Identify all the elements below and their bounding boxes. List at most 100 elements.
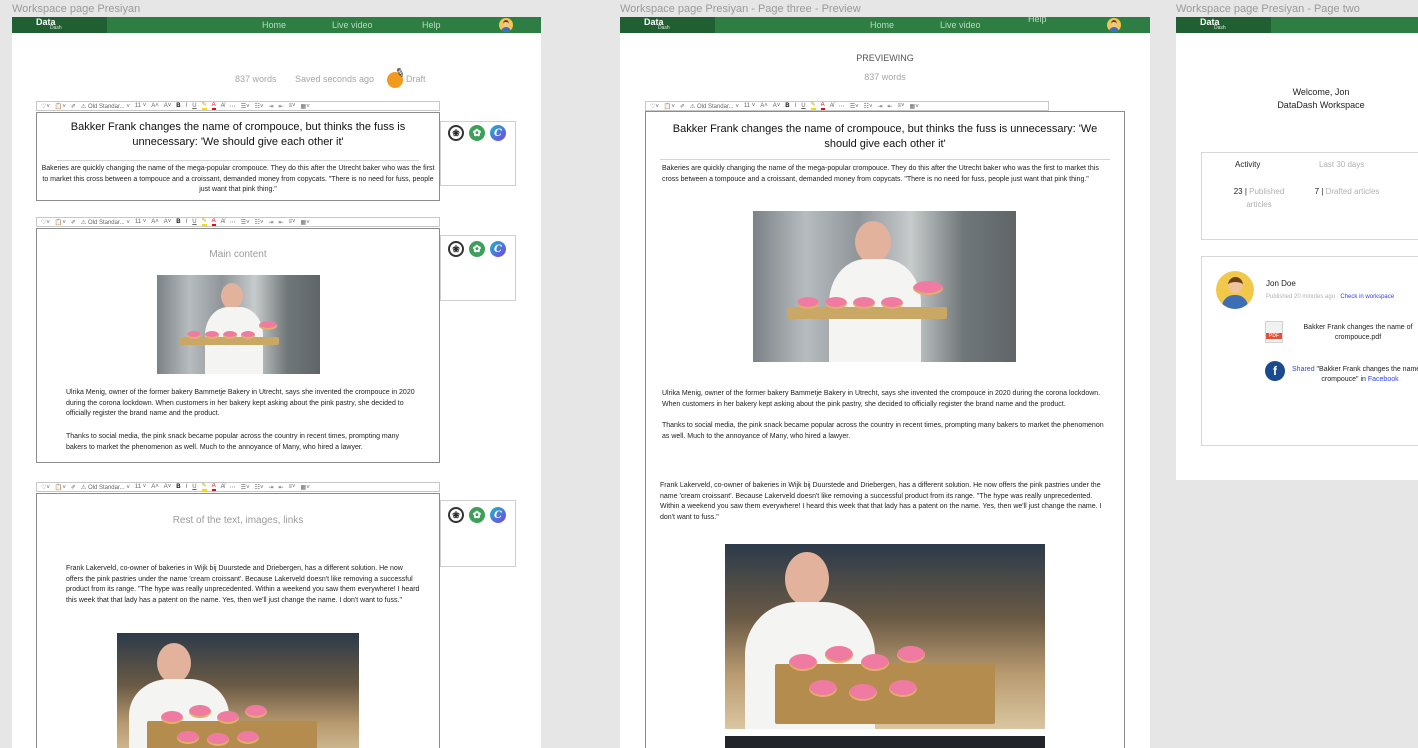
grow-font-button[interactable]: A˄ [151, 219, 159, 225]
italic-button[interactable]: I [186, 219, 188, 225]
highlight-icon[interactable]: ✎ [201, 102, 207, 110]
article-image-next[interactable] [725, 736, 1045, 748]
copilot-icon[interactable]: ✿ [469, 507, 485, 523]
article-image-baker-oven[interactable] [753, 211, 1016, 362]
clear-format-icon[interactable]: A̸ [221, 219, 225, 225]
paste-icon[interactable]: 📋˅ [55, 484, 66, 491]
font-color-button[interactable]: A [820, 102, 825, 110]
article-image-baker-oven[interactable] [157, 275, 320, 374]
indent-icon[interactable]: ⇥ [268, 219, 273, 226]
style-select[interactable]: ⚠ Old Standar... ˅ [81, 484, 130, 491]
table-icon[interactable]: ▦˅ [301, 103, 310, 110]
font-color-button[interactable]: A [211, 102, 216, 110]
align-icon[interactable]: ≡˅ [289, 219, 296, 225]
indent-icon[interactable]: ⇥ [268, 484, 273, 491]
style-select[interactable]: ⚠ Old Standar... ˅ [81, 219, 130, 226]
outdent-icon[interactable]: ⇤ [279, 103, 284, 110]
copilot-icon[interactable]: ✿ [469, 241, 485, 257]
style-select[interactable]: ⚠ Old Standar... ˅ [690, 103, 739, 110]
table-icon[interactable]: ▦˅ [301, 219, 310, 226]
chatgpt-icon[interactable]: ❀ [448, 125, 464, 141]
italic-button[interactable]: I [795, 103, 797, 109]
undo-icon[interactable]: ♡˅ [650, 103, 659, 110]
logo[interactable]: Data Dash [12, 17, 107, 33]
numbered-list-icon[interactable]: ☷˅ [864, 103, 873, 110]
outdent-icon[interactable]: ⇤ [279, 219, 284, 226]
format-painter-icon[interactable]: ✐ [71, 103, 76, 110]
paste-icon[interactable]: 📋˅ [55, 103, 66, 110]
indent-icon[interactable]: ⇥ [268, 103, 273, 110]
style-select[interactable]: ⚠ Old Standar... ˅ [81, 103, 130, 110]
paste-icon[interactable]: 📋˅ [664, 103, 675, 110]
nav-help-link[interactable]: Help [422, 20, 441, 30]
outdent-icon[interactable]: ⇤ [888, 103, 893, 110]
bullet-list-icon[interactable]: ☰˅ [241, 103, 250, 110]
avatar[interactable] [1107, 18, 1121, 32]
editor-main-content-block[interactable]: Main content Ulrika Menig, owner of the … [36, 228, 440, 463]
more-button[interactable]: ⋯ [230, 103, 236, 110]
editor-rest-block[interactable]: Rest of the text, images, links Frank La… [36, 493, 440, 748]
bold-button[interactable]: B [176, 103, 180, 109]
nav-home-link[interactable]: Home [870, 20, 894, 30]
nav-live-video-link[interactable]: Live video [332, 20, 373, 30]
grow-font-button[interactable]: A˄ [760, 103, 768, 109]
pdf-file-link[interactable]: Bakker Frank changes the name of crompou… [1288, 323, 1418, 343]
clear-format-icon[interactable]: A̸ [830, 103, 834, 109]
font-size-select[interactable]: 11 ˅ [135, 103, 146, 109]
align-icon[interactable]: ≡˅ [289, 103, 296, 109]
canva-icon[interactable]: C [490, 507, 506, 523]
chatgpt-icon[interactable]: ❀ [448, 241, 464, 257]
logo[interactable]: Data Dash [620, 17, 715, 33]
align-icon[interactable]: ≡˅ [898, 103, 905, 109]
canva-icon[interactable]: C [490, 125, 506, 141]
more-button[interactable]: ⋯ [839, 103, 845, 110]
numbered-list-icon[interactable]: ☷˅ [255, 484, 264, 491]
edit-pencil-icon[interactable]: ✎ [387, 65, 407, 88]
article-image-baker-shop[interactable] [117, 633, 359, 748]
grow-font-button[interactable]: A˄ [151, 103, 159, 109]
clear-format-icon[interactable]: A̸ [221, 103, 225, 109]
font-color-button[interactable]: A [211, 218, 216, 226]
clear-format-icon[interactable]: A̸ [221, 484, 225, 490]
bold-button[interactable]: B [176, 484, 180, 490]
editor-title-block[interactable]: Bakker Frank changes the name of crompou… [36, 112, 440, 201]
highlight-icon[interactable]: ✎ [201, 483, 207, 491]
nav-home-link[interactable]: Home [262, 20, 286, 30]
check-in-workspace-link[interactable]: Check in workspace [1340, 294, 1394, 300]
undo-icon[interactable]: ♡˅ [41, 219, 50, 226]
editor-toolbar[interactable]: ♡˅ 📋˅ ✐ ⚠ Old Standar... ˅ 11 ˅ A˄ A˅ B … [36, 482, 440, 492]
editor-toolbar[interactable]: ♡˅ 📋˅ ✐ ⚠ Old Standar... ˅ 11 ˅ A˄ A˅ B … [36, 217, 440, 227]
underline-button[interactable]: U [192, 484, 196, 490]
bullet-list-icon[interactable]: ☰˅ [241, 484, 250, 491]
outdent-icon[interactable]: ⇤ [279, 484, 284, 491]
nav-help-link[interactable]: Help [1028, 17, 1047, 24]
editor-toolbar[interactable]: ♡˅ 📋˅ ✐ ⚠ Old Standar... ˅ 11 ˅ A˄ A˅ B … [645, 101, 1049, 111]
grow-font-button[interactable]: A˄ [151, 484, 159, 490]
bullet-list-icon[interactable]: ☰˅ [850, 103, 859, 110]
numbered-list-icon[interactable]: ☷˅ [255, 219, 264, 226]
canva-icon[interactable]: C [490, 241, 506, 257]
format-painter-icon[interactable]: ✐ [71, 484, 76, 491]
indent-icon[interactable]: ⇥ [877, 103, 882, 110]
paste-icon[interactable]: 📋˅ [55, 219, 66, 226]
align-icon[interactable]: ≡˅ [289, 484, 296, 490]
avatar[interactable] [499, 18, 513, 32]
font-size-select[interactable]: 11 ˅ [135, 484, 146, 490]
font-size-select[interactable]: 11 ˅ [744, 103, 755, 109]
more-button[interactable]: ⋯ [230, 219, 236, 226]
shrink-font-button[interactable]: A˅ [164, 484, 172, 490]
shrink-font-button[interactable]: A˅ [773, 103, 781, 109]
underline-button[interactable]: U [192, 103, 196, 109]
numbered-list-icon[interactable]: ☷˅ [255, 103, 264, 110]
article-image-baker-shop[interactable] [725, 544, 1045, 729]
underline-button[interactable]: U [192, 219, 196, 225]
editor-toolbar[interactable]: ♡˅ 📋˅ ✐ ⚠ Old Standar... ˅ 11 ˅ A˄ A˅ B … [36, 101, 440, 111]
undo-icon[interactable]: ♡˅ [41, 484, 50, 491]
highlight-icon[interactable]: ✎ [810, 102, 816, 110]
undo-icon[interactable]: ♡˅ [41, 103, 50, 110]
nav-live-video-link[interactable]: Live video [940, 20, 981, 30]
more-button[interactable]: ⋯ [230, 484, 236, 491]
format-painter-icon[interactable]: ✐ [71, 219, 76, 226]
table-icon[interactable]: ▦˅ [910, 103, 919, 110]
chatgpt-icon[interactable]: ❀ [448, 507, 464, 523]
